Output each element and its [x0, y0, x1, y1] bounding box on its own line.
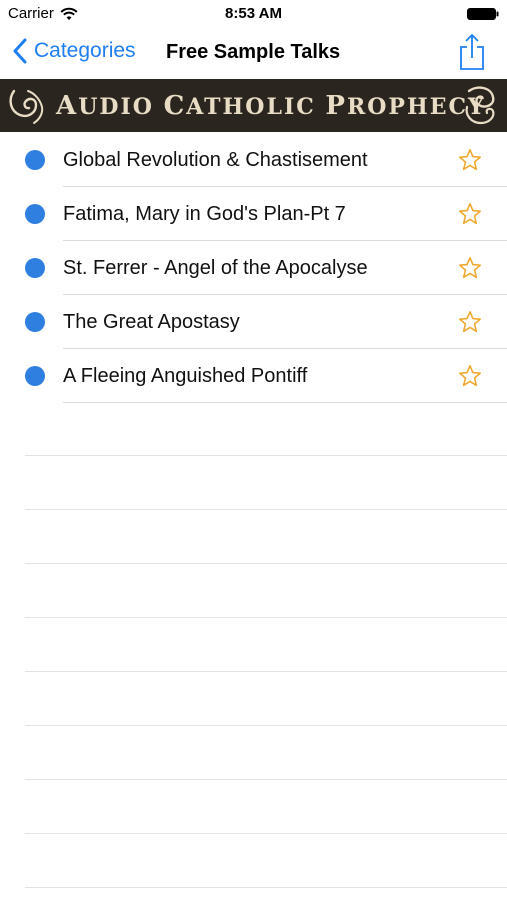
- empty-row: [0, 834, 507, 888]
- list-item-title: St. Ferrer - Angel of the Apocalyse: [63, 257, 368, 279]
- unplayed-dot-icon: [25, 366, 45, 386]
- empty-row: [0, 456, 507, 510]
- list-item[interactable]: Global Revolution & Chastisement: [0, 133, 507, 187]
- empty-row: [0, 618, 507, 672]
- chevron-left-icon: [13, 38, 27, 64]
- banner-title: AUDIO CATHOLIC PROPHECY: [56, 91, 484, 121]
- banner-letter-1: A: [56, 91, 79, 121]
- list-item[interactable]: A Fleeing Anguished Pontiff: [0, 349, 507, 403]
- unplayed-dot-icon: [25, 204, 45, 224]
- back-button[interactable]: Categories: [12, 38, 136, 64]
- flourish-left-icon: [9, 89, 44, 124]
- empty-row: [0, 780, 507, 834]
- banner-word-2: ATHOLIC: [186, 94, 326, 120]
- empty-row: [0, 726, 507, 780]
- unplayed-dot-icon: [25, 258, 45, 278]
- banner-letter-2: C: [163, 91, 187, 121]
- star-icon[interactable]: [458, 256, 482, 280]
- list-item-title: Fatima, Mary in God's Plan-Pt 7: [63, 203, 346, 225]
- star-icon[interactable]: [458, 364, 482, 388]
- status-bar: Carrier 8:53 AM: [0, 0, 507, 28]
- status-time: 8:53 AM: [225, 5, 282, 22]
- battery-icon: [467, 8, 499, 20]
- empty-row: [0, 672, 507, 726]
- list-item-title: Global Revolution & Chastisement: [63, 149, 368, 171]
- list-item-title: The Great Apostasy: [63, 311, 240, 333]
- back-label: Categories: [34, 39, 136, 62]
- list-item[interactable]: The Great Apostasy: [0, 295, 507, 349]
- talks-list: Global Revolution & Chastisement Fatima,…: [0, 133, 507, 403]
- list-item[interactable]: St. Ferrer - Angel of the Apocalyse: [0, 241, 507, 295]
- empty-row: [0, 564, 507, 618]
- empty-table-area: [0, 402, 507, 888]
- unplayed-dot-icon: [25, 150, 45, 170]
- page-title: Free Sample Talks: [166, 41, 341, 63]
- list-item-title: A Fleeing Anguished Pontiff: [63, 365, 308, 387]
- share-icon[interactable]: [457, 33, 487, 71]
- banner-word-1: UDIO: [78, 94, 164, 120]
- empty-row: [0, 510, 507, 564]
- flourish-right-icon: [465, 86, 495, 125]
- unplayed-dot-icon: [25, 312, 45, 332]
- list-item[interactable]: Fatima, Mary in God's Plan-Pt 7: [0, 187, 507, 241]
- banner-letter-3: P: [325, 91, 347, 121]
- app-banner: AUDIO CATHOLIC PROPHECY: [0, 79, 507, 132]
- star-icon[interactable]: [458, 202, 482, 226]
- empty-row: [0, 402, 507, 456]
- star-icon[interactable]: [458, 148, 482, 172]
- star-icon[interactable]: [458, 310, 482, 334]
- navigation-bar: Categories Free Sample Talks: [0, 28, 507, 79]
